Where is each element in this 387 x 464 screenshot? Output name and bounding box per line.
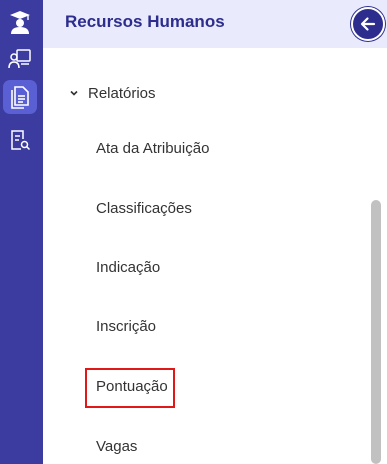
icon-rail (0, 0, 43, 464)
menu-item-ata-da-atribuicao[interactable]: Ata da Atribuição (96, 137, 209, 161)
panel-title: Recursos Humanos (65, 12, 225, 31)
chevron-down-icon (70, 90, 78, 96)
section-label: Relatórios (88, 84, 156, 102)
panel-header: Recursos Humanos (43, 0, 387, 48)
highlight-box (85, 368, 175, 408)
menu-item-inscricao[interactable]: Inscrição (96, 315, 156, 339)
menu-item-classificacoes[interactable]: Classificações (96, 197, 192, 221)
menu-item-vagas[interactable]: Vagas (96, 435, 137, 459)
graduation-cap-icon[interactable] (3, 5, 37, 39)
report-search-icon[interactable] (3, 123, 37, 157)
arrow-left-circle-icon (360, 17, 376, 31)
section-relatorios[interactable]: Relatórios (68, 82, 156, 104)
documents-icon[interactable] (3, 80, 37, 114)
person-board-icon[interactable] (3, 42, 37, 76)
scrollbar-thumb[interactable] (371, 200, 381, 464)
menu-item-indicacao[interactable]: Indicação (96, 256, 160, 280)
collapse-panel-button[interactable] (351, 7, 385, 41)
